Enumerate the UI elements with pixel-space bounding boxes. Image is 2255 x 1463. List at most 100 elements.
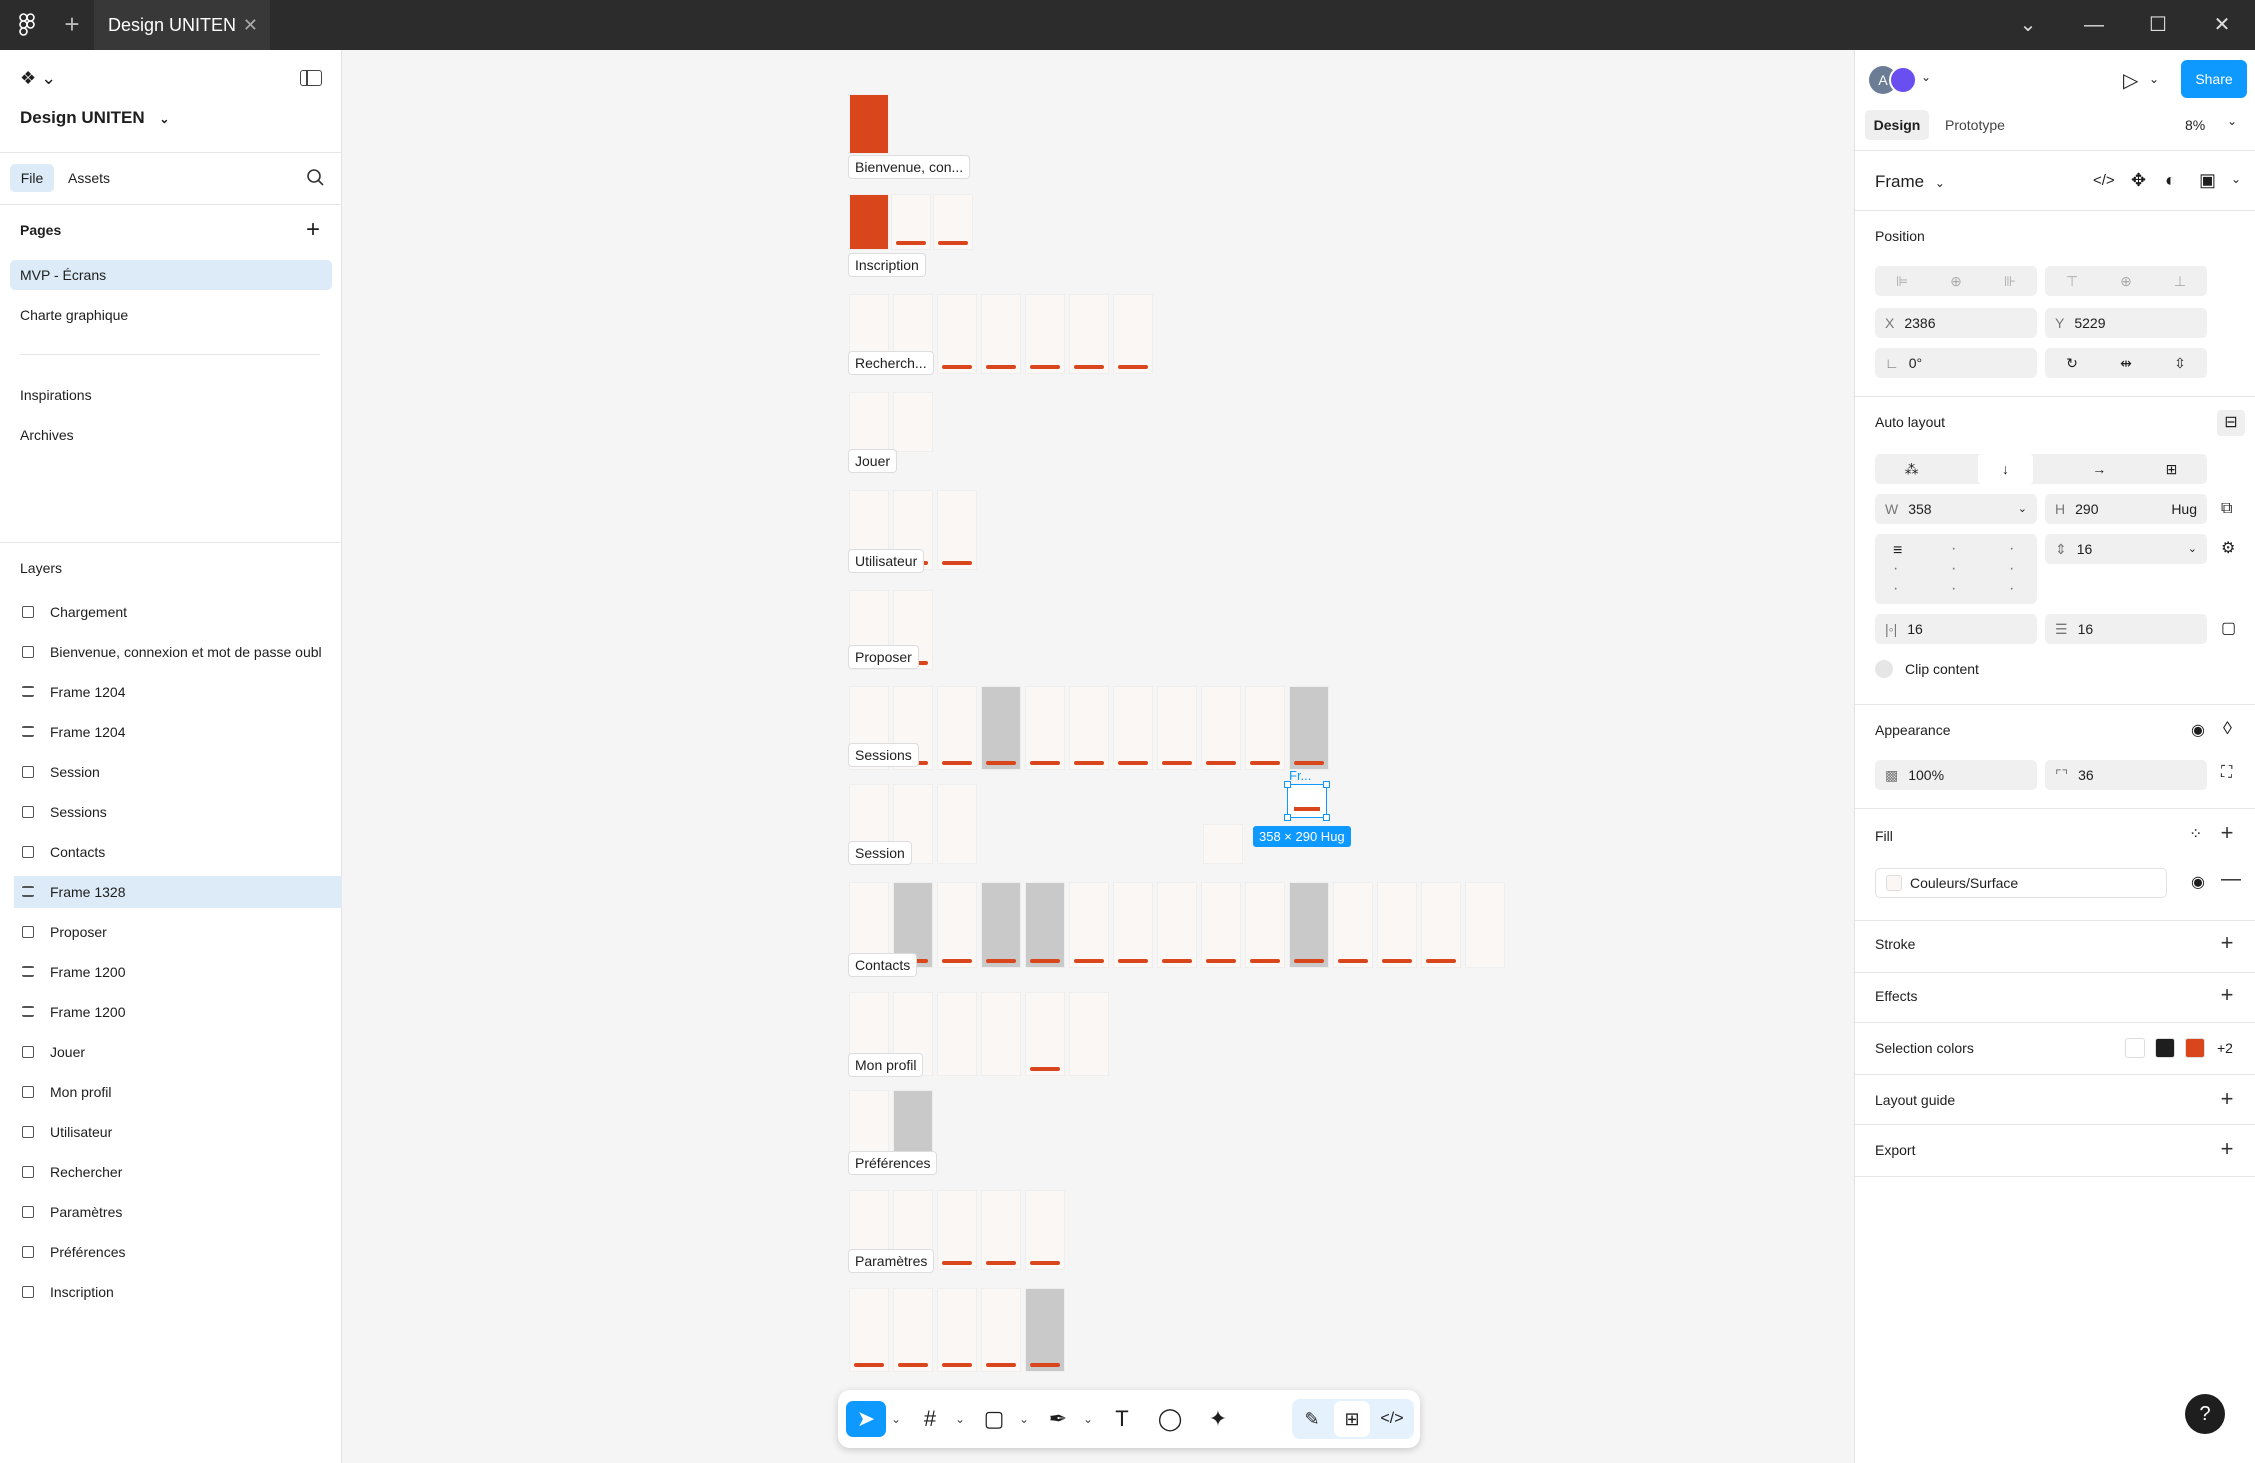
comment-tool-icon[interactable]: ◯ <box>1150 1401 1190 1437</box>
layout-grid-icon[interactable]: ⊞ <box>2166 454 2178 484</box>
screen-thumbnail[interactable] <box>981 1190 1021 1270</box>
y-field[interactable]: Y 5229 <box>2045 308 2207 338</box>
search-icon[interactable] <box>306 168 326 193</box>
layer-item[interactable]: Utilisateur <box>14 1116 342 1148</box>
rectangle-tool-icon[interactable]: ▢ <box>974 1401 1014 1437</box>
layer-item[interactable]: Mon profil <box>14 1076 342 1108</box>
screen-thumbnail[interactable] <box>981 686 1021 770</box>
zoom-level[interactable]: 8% <box>2185 110 2205 140</box>
layout-free-icon[interactable]: ⁂ <box>1905 454 1919 484</box>
file-tab[interactable]: Design UNITEN ✕ <box>94 0 270 50</box>
design-mode-icon[interactable]: ⊞ <box>1334 1401 1370 1437</box>
pen-tool-icon[interactable]: ✒ <box>1038 1401 1078 1437</box>
text-tool-icon[interactable]: T <box>1102 1401 1142 1437</box>
layer-item[interactable]: Session <box>14 756 342 788</box>
layer-item[interactable]: Inscription <box>14 1276 342 1308</box>
flip-vertical-icon[interactable]: ⇳ <box>2174 348 2186 378</box>
layer-item[interactable]: Sessions <box>14 796 342 828</box>
screen-thumbnail[interactable] <box>1377 882 1417 968</box>
screen-thumbnail[interactable] <box>1113 294 1153 374</box>
screen-thumbnail[interactable] <box>849 94 889 154</box>
layer-item[interactable]: Frame 1204 <box>14 716 342 748</box>
x-field[interactable]: X 2386 <box>1875 308 2037 338</box>
contrast-icon[interactable]: ◐ <box>2165 170 2176 191</box>
horizontal-padding-field[interactable]: |◦| 16 <box>1875 614 2037 644</box>
transform-group[interactable]: ↻ ⇹ ⇳ <box>2045 348 2207 378</box>
screen-thumbnail[interactable] <box>937 1288 977 1372</box>
frame-label[interactable]: Paramètres <box>849 1250 934 1272</box>
screen-thumbnail[interactable] <box>981 882 1021 968</box>
frame-label[interactable]: Bienvenue, con... <box>849 156 970 178</box>
minimize-icon[interactable]: — <box>2062 0 2126 50</box>
chevron-down-icon[interactable]: ⌄ <box>2149 72 2159 86</box>
screen-thumbnail[interactable] <box>937 882 977 968</box>
screen-thumbnail[interactable] <box>1245 882 1285 968</box>
screen-thumbnail[interactable] <box>937 992 977 1076</box>
rotation-field[interactable]: ∟ 0° <box>1875 348 2037 378</box>
chevron-down-icon[interactable]: ⌄ <box>1016 1401 1032 1437</box>
code-icon[interactable]: </> <box>2093 172 2115 189</box>
selection-color-swatch[interactable] <box>2185 1038 2205 1058</box>
main-menu-icon[interactable]: ❖ ⌄ <box>20 68 56 89</box>
eye-icon[interactable]: ◉ <box>2191 872 2205 892</box>
design-canvas[interactable]: Bienvenue, con... Inscription Recherch..… <box>343 50 1853 1463</box>
screen-thumbnail[interactable] <box>849 194 889 250</box>
align-horizontal-group[interactable]: ⊫ ⊕ ⊪ <box>1875 266 2037 296</box>
screen-thumbnail[interactable] <box>1157 686 1197 770</box>
frame-label[interactable]: Proposer <box>849 646 918 668</box>
maximize-icon[interactable]: ☐ <box>2126 0 2190 50</box>
sidebar-toggle-icon[interactable] <box>300 70 322 86</box>
share-button[interactable]: Share <box>2181 60 2247 98</box>
screen-thumbnail[interactable] <box>1025 1288 1065 1372</box>
frame-label[interactable]: Préférences <box>849 1152 937 1174</box>
tab-assets[interactable]: Assets <box>68 164 110 192</box>
add-export-icon[interactable]: + <box>2215 1136 2239 1162</box>
layer-item[interactable]: Frame 1204 <box>14 676 342 708</box>
layer-item[interactable]: Frame 1200 <box>14 956 342 988</box>
frame-label[interactable]: Utilisateur <box>849 550 924 572</box>
vertical-padding-field[interactable]: ☰ 16 <box>2045 614 2207 644</box>
screen-thumbnail[interactable] <box>981 992 1021 1076</box>
screen-thumbnail[interactable] <box>937 490 977 570</box>
screen-thumbnail[interactable] <box>1421 882 1461 968</box>
screen-thumbnail[interactable] <box>849 1090 889 1154</box>
page-item-archives[interactable]: Archives <box>10 420 332 450</box>
screen-thumbnail[interactable] <box>1069 992 1109 1076</box>
screen-thumbnail[interactable] <box>893 1288 933 1372</box>
screen-thumbnail[interactable] <box>937 294 977 374</box>
screen-thumbnail[interactable] <box>937 784 977 864</box>
layer-item[interactable]: Proposer <box>14 916 342 948</box>
screen-thumbnail[interactable] <box>1113 686 1153 770</box>
styles-icon[interactable]: ⁘ <box>2189 824 2202 844</box>
screen-thumbnail[interactable] <box>893 392 933 452</box>
autolayout-toggle-icon[interactable]: ⊟ <box>2217 410 2245 436</box>
ai-tool-icon[interactable]: ✦ <box>1198 1401 1238 1437</box>
flip-horizontal-icon[interactable]: ⇹ <box>2120 348 2132 378</box>
align-top-icon[interactable]: ⊤ <box>2066 266 2078 296</box>
file-name-menu[interactable]: Design UNITEN ⌄ <box>20 108 169 128</box>
rotate-icon[interactable]: ↻ <box>2066 348 2078 378</box>
chevron-down-icon[interactable]: ⌄ <box>1996 0 2060 50</box>
alignment-grid[interactable]: ≡ · · · · · · · · <box>1875 534 2037 604</box>
screen-thumbnail[interactable] <box>1069 294 1109 374</box>
page-item-charte[interactable]: Charte graphique <box>10 300 332 330</box>
screen-thumbnail[interactable] <box>981 1288 1021 1372</box>
screen-thumbnail[interactable] <box>891 194 931 250</box>
screen-thumbnail[interactable] <box>1025 992 1065 1076</box>
frame-label[interactable]: Inscription <box>849 254 925 276</box>
frame-label[interactable]: Sessions <box>849 744 918 766</box>
align-center-icon[interactable]: ⊕ <box>1950 266 1962 296</box>
layer-item[interactable]: Frame 1200 <box>14 996 342 1028</box>
screen-thumbnail[interactable] <box>981 294 1021 374</box>
add-page-icon[interactable]: + <box>306 216 320 244</box>
screen-thumbnail[interactable] <box>1245 686 1285 770</box>
chevron-down-icon[interactable]: ⌄ <box>2231 172 2241 186</box>
align-left-icon[interactable]: ⊫ <box>1896 266 1908 296</box>
layer-item[interactable]: Chargement <box>14 596 342 628</box>
chevron-down-icon[interactable]: ⌄ <box>952 1401 968 1437</box>
screen-thumbnail[interactable] <box>1025 882 1065 968</box>
independent-corners-icon[interactable]: ⛶ <box>2221 764 2232 782</box>
add-effect-icon[interactable]: + <box>2215 982 2239 1008</box>
tab-file[interactable]: File <box>10 164 54 192</box>
screen-thumbnail[interactable] <box>1157 882 1197 968</box>
